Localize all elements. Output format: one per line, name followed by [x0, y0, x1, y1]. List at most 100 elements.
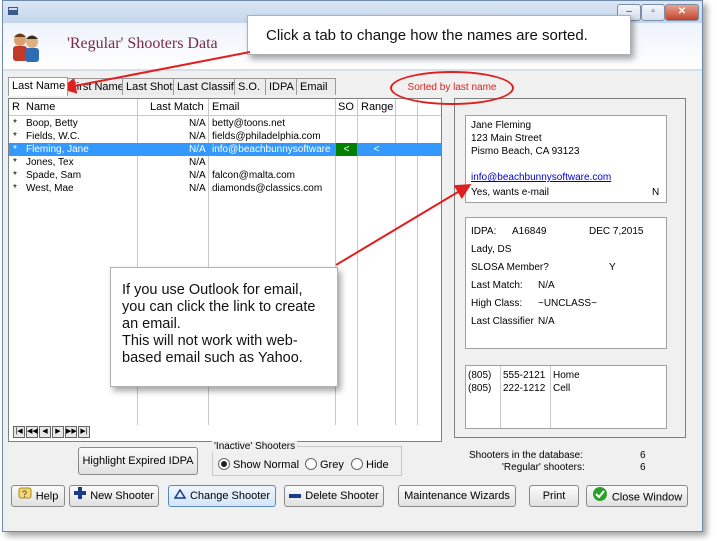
detail-name: Jane Fleming: [471, 120, 532, 131]
row-range: <: [373, 144, 380, 155]
next-record-icon[interactable]: ▶: [52, 426, 64, 438]
radio-hide[interactable]: Hide: [351, 458, 389, 471]
col-header-name[interactable]: Name: [26, 101, 55, 113]
row-name: Boop, Betty: [26, 118, 78, 129]
phone-number: 222-1212: [503, 383, 546, 394]
phone-type: Home: [553, 370, 580, 381]
checkmark-icon: [592, 486, 608, 509]
table-row[interactable]: * Boop, Betty N/A betty@toons.net: [9, 117, 441, 130]
maximize-button[interactable]: ▫: [641, 4, 665, 21]
first-record-icon[interactable]: |◀: [13, 426, 25, 438]
table-row[interactable]: * Spade, Sam N/A falcon@malta.com: [9, 169, 441, 182]
row-last-match: N/A: [189, 170, 206, 181]
table-row[interactable]: * Jones, Tex N/A: [9, 156, 441, 169]
high-class-label: High Class:: [471, 298, 523, 309]
col-header-email[interactable]: Email: [212, 101, 240, 113]
page-title: 'Regular' Shooters Data: [67, 35, 218, 52]
help-button[interactable]: ? Help: [11, 485, 65, 507]
col-header-r[interactable]: R: [12, 101, 20, 113]
table-row[interactable]: * West, Mae N/A diamonds@classics.com: [9, 182, 441, 195]
help-icon: ?: [18, 486, 32, 507]
col-header-last-match[interactable]: Last Match: [150, 101, 204, 113]
new-shooter-button[interactable]: New Shooter: [69, 485, 159, 507]
print-button[interactable]: Print: [529, 485, 579, 507]
radio-hide-label: Hide: [366, 459, 389, 471]
table-row-selected[interactable]: * Fleming, Jane N/A info@beachbunnysoftw…: [9, 143, 441, 156]
wants-email-flag: N: [652, 187, 660, 198]
radio-icon: [305, 458, 317, 470]
row-name: West, Mae: [26, 183, 74, 194]
change-shooter-button[interactable]: Change Shooter: [168, 485, 276, 507]
row-name: Fleming, Jane: [26, 144, 89, 155]
plus-icon: [74, 486, 87, 506]
phone-box: (805) 555-2121 Home (805) 222-1212 Cell: [465, 365, 667, 429]
last-record-icon[interactable]: ▶|: [78, 426, 90, 438]
next-page-icon[interactable]: ▶▶: [65, 426, 77, 438]
last-classifier-value: N/A: [538, 316, 555, 327]
row-last-match: N/A: [189, 131, 206, 142]
row-so: <: [336, 143, 357, 156]
row-name: Jones, Tex: [26, 157, 74, 168]
idpa-date: DEC 7,2015: [589, 226, 644, 237]
radio-selected-icon: [218, 458, 230, 470]
close-window-titlebar-button[interactable]: ✕: [665, 4, 699, 21]
app-menu-icon[interactable]: [7, 5, 19, 20]
slosa-label: SLOSA Member?: [471, 262, 549, 273]
stats-in-db-label: Shooters in the database:: [469, 450, 583, 461]
row-email: falcon@malta.com: [212, 170, 295, 181]
row-last-match: N/A: [189, 183, 206, 194]
radio-icon: [351, 458, 363, 470]
gender-division: Lady, DS: [471, 244, 512, 255]
wants-email-label: Yes, wants e-mail: [471, 187, 549, 198]
minus-icon: [289, 486, 302, 506]
close-window-button[interactable]: Close Window: [586, 485, 688, 507]
phone-number: 555-2121: [503, 370, 546, 381]
row-r: *: [13, 170, 17, 181]
table-row[interactable]: * Fields, W.C. N/A fields@philadelphia.c…: [9, 130, 441, 143]
tab-last-classif[interactable]: Last Classif: [173, 78, 236, 95]
tab-first-name[interactable]: First Name: [66, 78, 124, 95]
last-match-label: Last Match:: [471, 280, 523, 291]
prev-page-icon[interactable]: ◀◀: [26, 426, 38, 438]
col-header-range[interactable]: Range: [361, 101, 393, 113]
row-r: *: [13, 157, 17, 168]
tab-so[interactable]: S.O.: [234, 78, 267, 95]
outlook-callout-text: If you use Outlook for email, you can cl…: [122, 282, 316, 332]
row-last-match: N/A: [189, 157, 206, 168]
tab-last-name[interactable]: Last Name: [8, 77, 68, 96]
inactive-group-title: 'Inactive' Shooters: [212, 441, 298, 452]
outlook-callout-note: This will not work with web-based email …: [122, 333, 303, 366]
idpa-label: IDPA:: [471, 226, 497, 237]
radio-grey[interactable]: Grey: [305, 458, 344, 471]
radio-show-normal-label: Show Normal: [233, 459, 300, 471]
stats-regular-label: 'Regular' shooters:: [502, 462, 585, 473]
delete-shooter-button[interactable]: Delete Shooter: [284, 485, 384, 507]
shooters-logo-icon: [11, 31, 41, 66]
col-header-so[interactable]: SO: [338, 101, 354, 113]
address-box: Jane Fleming 123 Main Street Pismo Beach…: [465, 115, 667, 203]
detail-panel: Jane Fleming 123 Main Street Pismo Beach…: [454, 98, 686, 438]
detail-address2: Pismo Beach, CA 93123: [471, 146, 580, 157]
row-r: *: [13, 144, 17, 155]
highlight-expired-idpa-button[interactable]: Highlight Expired IDPA: [78, 447, 198, 475]
sorted-by-callout: Sorted by last name: [390, 71, 514, 105]
delete-shooter-label: Delete Shooter: [305, 490, 379, 502]
row-email: diamonds@classics.com: [212, 183, 323, 194]
email-link[interactable]: info@beachbunnysoftware.com: [471, 172, 611, 183]
row-email: fields@philadelphia.com: [212, 131, 321, 142]
row-last-match: N/A: [189, 118, 206, 129]
maintenance-wizards-button[interactable]: Maintenance Wizards: [398, 485, 516, 507]
tab-email[interactable]: Email: [296, 78, 336, 95]
svg-text:?: ?: [22, 489, 27, 499]
last-match-value: N/A: [538, 280, 555, 291]
outlook-callout: If you use Outlook for email, you can cl…: [110, 267, 338, 387]
tab-last-shot[interactable]: Last Shot: [122, 78, 175, 95]
tab-idpa[interactable]: IDPA: [265, 78, 298, 95]
phone-area: (805): [468, 370, 492, 381]
help-label: Help: [35, 490, 59, 503]
row-name: Spade, Sam: [26, 170, 82, 181]
radio-show-normal[interactable]: Show Normal: [218, 458, 299, 471]
header-divider: [3, 69, 702, 71]
prev-record-icon[interactable]: ◀: [39, 426, 51, 438]
idpa-number: A16849: [512, 226, 547, 237]
